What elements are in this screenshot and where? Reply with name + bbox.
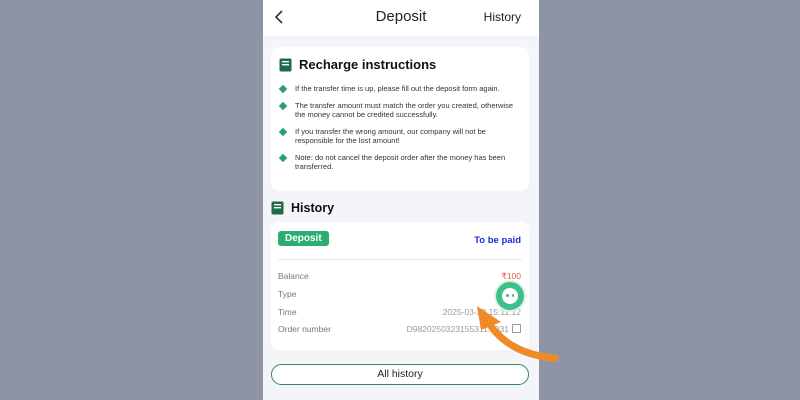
instruction-item: The transfer amount must match the order… [278, 101, 519, 119]
book-icon [279, 58, 292, 71]
deposit-badge: Deposit [278, 231, 329, 246]
history-title: History [291, 201, 335, 215]
orange-arrow-annotation [477, 306, 559, 362]
instruction-item: If you transfer the wrong amount, our co… [278, 127, 519, 145]
balance-row: Balance ₹100 [278, 271, 521, 281]
diamond-bullet-icon [278, 153, 288, 163]
book-icon [271, 201, 284, 215]
history-section-header: History [271, 201, 334, 215]
instructions-list: If the transfer time is up, please fill … [278, 84, 519, 179]
status-badge: To be paid [474, 235, 521, 246]
recharge-instructions-card: Recharge instructions If the transfer ti… [271, 47, 529, 191]
diamond-bullet-icon [278, 101, 288, 111]
top-bar: Deposit History [263, 0, 539, 36]
diamond-bullet-icon [278, 84, 288, 94]
instructions-title: Recharge instructions [299, 57, 437, 72]
diamond-bullet-icon [278, 127, 288, 137]
divider [278, 259, 522, 260]
instruction-item: Note: do not cancel the deposit order af… [278, 153, 519, 171]
history-link[interactable]: History [484, 10, 521, 24]
instruction-item: If the transfer time is up, please fill … [278, 84, 519, 94]
